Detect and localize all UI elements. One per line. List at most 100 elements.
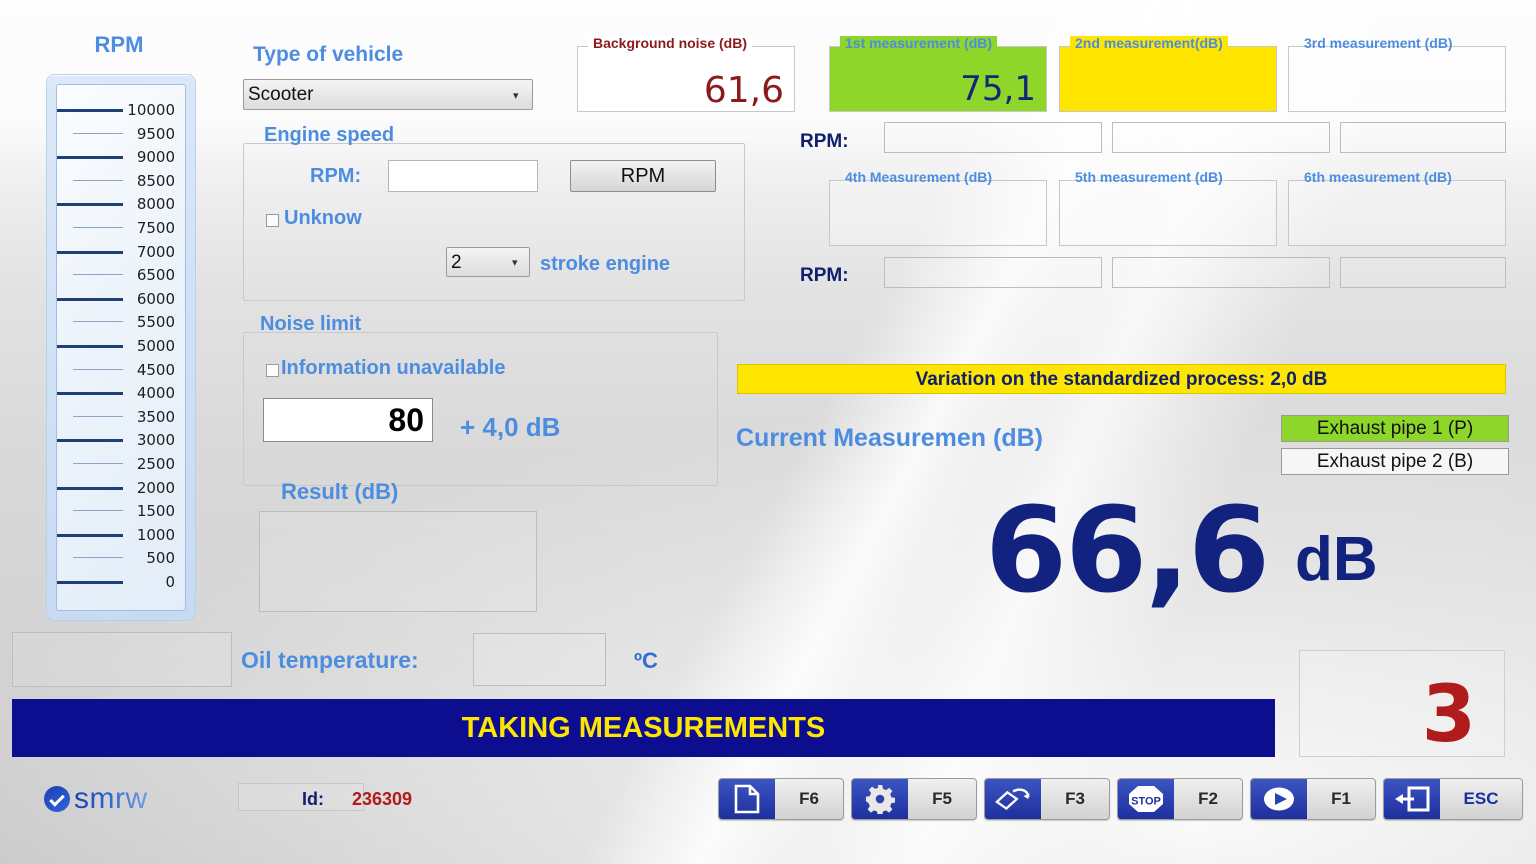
rpm-tick-label: 500 — [146, 547, 175, 569]
rpm-tick-label: 5000 — [137, 335, 175, 357]
measurement-caption-2: 2nd measurement(dB) — [1070, 36, 1228, 50]
gear-icon — [852, 779, 908, 819]
oil-left-field[interactable] — [12, 632, 232, 687]
rpm-tick-line — [57, 439, 123, 442]
measurement-caption-4: 4th Measurement (dB) — [840, 170, 997, 184]
measurement-box-5[interactable]: 5th measurement (dB) — [1059, 180, 1277, 246]
rpm-tick: 1000 — [63, 524, 179, 546]
application-window: RPM 100009500900085008000750070006500600… — [0, 0, 1536, 864]
status-bar: TAKING MEASUREMENTS — [12, 699, 1275, 757]
fkey-label-f2: F2 — [1174, 779, 1242, 819]
measurement-rpm-field-1[interactable] — [884, 122, 1102, 153]
rpm-tick-label: 10000 — [127, 99, 175, 121]
rpm-tick: 7000 — [63, 241, 179, 263]
rpm-tick-line — [57, 487, 123, 490]
measurement-caption-3: 3rd measurement (dB) — [1299, 36, 1458, 50]
unknown-checkbox[interactable] — [266, 214, 279, 227]
fkey-label-esc: ESC — [1440, 779, 1522, 819]
fkey-f6-document[interactable]: F6 — [718, 778, 844, 820]
logo-text: smrw — [74, 782, 148, 816]
rpm-tick-line — [57, 534, 123, 537]
measurement-box-3[interactable]: 3rd measurement (dB) — [1288, 46, 1506, 112]
measurement-box-4[interactable]: 4th Measurement (dB) — [829, 180, 1047, 246]
information-unavailable-checkbox[interactable] — [266, 364, 279, 377]
measurement-box-6[interactable]: 6th measurement (dB) — [1288, 180, 1506, 246]
fkey-f2-stop[interactable]: STOP F2 — [1117, 778, 1243, 820]
current-measurement-unit: dB — [1295, 524, 1378, 595]
measurement-rpm-field-4[interactable] — [884, 257, 1102, 288]
rpm-tick-label: 7000 — [137, 241, 175, 263]
rpm-tick: 10000 — [63, 99, 179, 121]
exit-arrow-icon — [1384, 779, 1440, 819]
id-label: Id: — [302, 789, 324, 810]
measurement-box-1[interactable]: 1st measurement (dB) 75,1 — [829, 46, 1047, 112]
counter-box: 3 — [1299, 650, 1505, 757]
rpm-tick-label: 2500 — [137, 453, 175, 475]
tolerance-label: + 4,0 dB — [460, 412, 560, 443]
rpm-tick: 6500 — [63, 264, 179, 286]
rpm-tick-line — [57, 392, 123, 395]
fkey-f1-play[interactable]: F1 — [1250, 778, 1376, 820]
stroke-engine-select[interactable]: 2 — [446, 247, 530, 277]
fkey-label-f6: F6 — [775, 779, 843, 819]
fkey-f5-settings[interactable]: F5 — [851, 778, 977, 820]
id-field[interactable] — [238, 783, 364, 811]
engine-rpm-input[interactable] — [388, 160, 538, 192]
rpm-tick-label: 2000 — [137, 477, 175, 499]
rpm-tick: 2500 — [63, 453, 179, 475]
check-badge-icon — [44, 786, 70, 812]
rpm-tick-line — [57, 345, 123, 348]
rpm-tick: 7500 — [63, 217, 179, 239]
rpm-tick-line — [73, 557, 123, 558]
rpm-tick: 5500 — [63, 311, 179, 333]
rpm-tick-label: 6500 — [137, 264, 175, 286]
unknown-label: Unknow — [284, 207, 362, 230]
exhaust-pipe-2-button[interactable]: Exhaust pipe 2 (B) — [1281, 448, 1509, 475]
rpm-tick-label: 6000 — [137, 288, 175, 310]
measurement-rpm-field-2[interactable] — [1112, 122, 1330, 153]
rpm-button[interactable]: RPM — [570, 160, 716, 192]
measurement-caption-5: 5th measurement (dB) — [1070, 170, 1228, 184]
rpm-tick-label: 3000 — [137, 429, 175, 451]
rpm-tick-label: 1500 — [137, 500, 175, 522]
current-measurement-value: 66,6 — [985, 481, 1268, 619]
engine-speed-group-label: Engine speed — [258, 124, 400, 147]
measurement-value-1: 75,1 — [960, 69, 1036, 109]
measurement-rpm-field-6[interactable] — [1340, 257, 1506, 288]
background-noise-value: 61,6 — [704, 70, 784, 111]
oil-temperature-field[interactable] — [473, 633, 606, 686]
measurement-box-2[interactable]: 2nd measurement(dB) — [1059, 46, 1277, 112]
rpm-tick: 3000 — [63, 429, 179, 451]
variation-banner: Variation on the standardized process: 2… — [737, 364, 1506, 394]
noise-limit-input[interactable] — [263, 398, 433, 442]
rpm-tick-line — [73, 274, 123, 275]
measurement-caption-1: 1st measurement (dB) — [840, 36, 997, 50]
rpm-tick: 9500 — [63, 123, 179, 145]
rpm-tick: 3500 — [63, 406, 179, 428]
exhaust-pipe-1-button[interactable]: Exhaust pipe 1 (P) — [1281, 415, 1509, 442]
rpm-tick-line — [73, 227, 123, 228]
result-field — [259, 511, 537, 612]
play-icon — [1251, 779, 1307, 819]
rpm-tick-line — [73, 416, 123, 417]
rpm-tick-line — [73, 133, 123, 134]
measurement-rpm-label-row1: RPM: — [800, 131, 849, 153]
measurement-rpm-field-3[interactable] — [1340, 122, 1506, 153]
rpm-tick-line — [73, 463, 123, 464]
rpm-tick-line — [57, 156, 123, 159]
oil-temperature-label: Oil temperature: — [241, 647, 419, 674]
oil-temperature-unit: ºC — [634, 648, 658, 674]
fkey-f3-swap[interactable]: F3 — [984, 778, 1110, 820]
rpm-tick-line — [73, 369, 123, 370]
rpm-tick-label: 8500 — [137, 170, 175, 192]
fkey-esc-exit[interactable]: ESC — [1383, 778, 1523, 820]
rpm-tick: 500 — [63, 547, 179, 569]
rpm-tick: 8000 — [63, 193, 179, 215]
measurement-rpm-field-5[interactable] — [1112, 257, 1330, 288]
rpm-tick: 0 — [63, 571, 179, 593]
rpm-gauge-title: RPM — [0, 32, 238, 58]
stop-icon: STOP — [1118, 779, 1174, 819]
rpm-tick-label: 0 — [165, 571, 175, 593]
vehicle-type-select[interactable]: Scooter — [243, 79, 533, 110]
fkey-label-f5: F5 — [908, 779, 976, 819]
